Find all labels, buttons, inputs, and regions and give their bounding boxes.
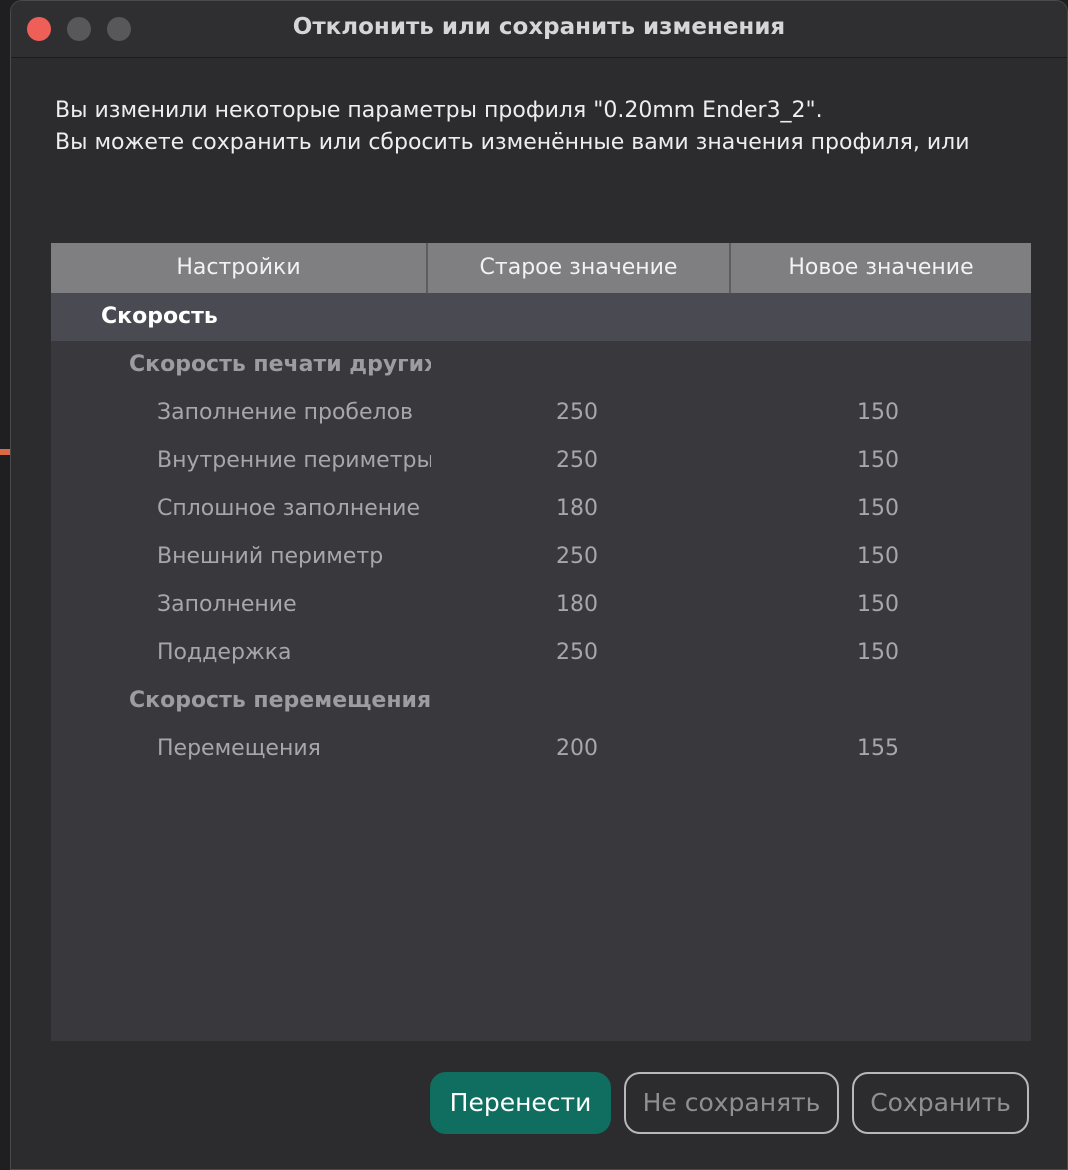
old-value: 180 xyxy=(556,496,598,521)
column-header-new-value[interactable]: Новое значение xyxy=(731,243,1031,293)
old-value: 250 xyxy=(556,400,598,425)
setting-name: Перемещения xyxy=(157,736,321,761)
discard-button[interactable]: Не сохранять xyxy=(624,1072,839,1134)
setting-name: Внешний периметр xyxy=(157,544,384,569)
new-value: 155 xyxy=(857,736,899,761)
setting-name: Поддержка xyxy=(157,640,292,665)
new-value: 150 xyxy=(857,592,899,617)
table-row[interactable]: Заполнение 180 150 xyxy=(51,581,1031,629)
new-value: 150 xyxy=(857,448,899,473)
transfer-button[interactable]: Перенести xyxy=(430,1072,611,1134)
setting-name: Заполнение пробелов xyxy=(157,400,414,425)
table-row[interactable]: Сплошное заполнение 180 150 xyxy=(51,485,1031,533)
table-row[interactable]: Внутренние периметры 250 150 xyxy=(51,437,1031,485)
table-row[interactable]: Заполнение пробелов 250 150 xyxy=(51,389,1031,437)
table-row[interactable]: Перемещения 200 155 xyxy=(51,725,1031,773)
old-value: 250 xyxy=(556,544,598,569)
old-value: 250 xyxy=(556,448,598,473)
old-value: 200 xyxy=(556,736,598,761)
changes-table: Настройки Старое значение Новое значение… xyxy=(51,243,1031,1041)
table-header: Настройки Старое значение Новое значение xyxy=(51,243,1031,293)
dialog-message: Вы изменили некоторые параметры профиля … xyxy=(55,95,1059,159)
new-value: 150 xyxy=(857,544,899,569)
message-line-1: Вы изменили некоторые параметры профиля … xyxy=(55,98,823,123)
table-group-row[interactable]: Скорость xyxy=(51,293,1031,341)
old-value: 250 xyxy=(556,640,598,665)
table-subgroup-row[interactable]: Скорость перемещения xyxy=(51,677,1031,725)
background-accent xyxy=(0,449,10,455)
title-bar: Отклонить или сохранить изменения xyxy=(11,1,1067,58)
new-value: 150 xyxy=(857,640,899,665)
dialog-title: Отклонить или сохранить изменения xyxy=(292,14,786,40)
table-subgroup-row[interactable]: Скорость печати других xyxy=(51,341,1031,389)
column-header-settings[interactable]: Настройки xyxy=(51,243,428,293)
table-row[interactable]: Внешний периметр 250 150 xyxy=(51,533,1031,581)
setting-name: Скорость печати других xyxy=(129,352,431,377)
setting-name: Сплошное заполнение xyxy=(157,496,420,521)
column-header-old-value[interactable]: Старое значение xyxy=(428,243,731,293)
table-row[interactable]: Поддержка 250 150 xyxy=(51,629,1031,677)
dialog-window: Отклонить или сохранить изменения Вы изм… xyxy=(10,0,1068,1170)
new-value: 150 xyxy=(857,400,899,425)
save-button[interactable]: Сохранить xyxy=(852,1072,1029,1134)
setting-name: Заполнение xyxy=(157,592,297,617)
setting-name: Скорость перемещения xyxy=(129,688,431,713)
setting-name: Скорость xyxy=(101,304,218,329)
old-value: 180 xyxy=(556,592,598,617)
new-value: 150 xyxy=(857,496,899,521)
setting-name: Внутренние периметры xyxy=(157,448,431,473)
message-line-2: Вы можете сохранить или сбросить изменён… xyxy=(55,130,970,155)
